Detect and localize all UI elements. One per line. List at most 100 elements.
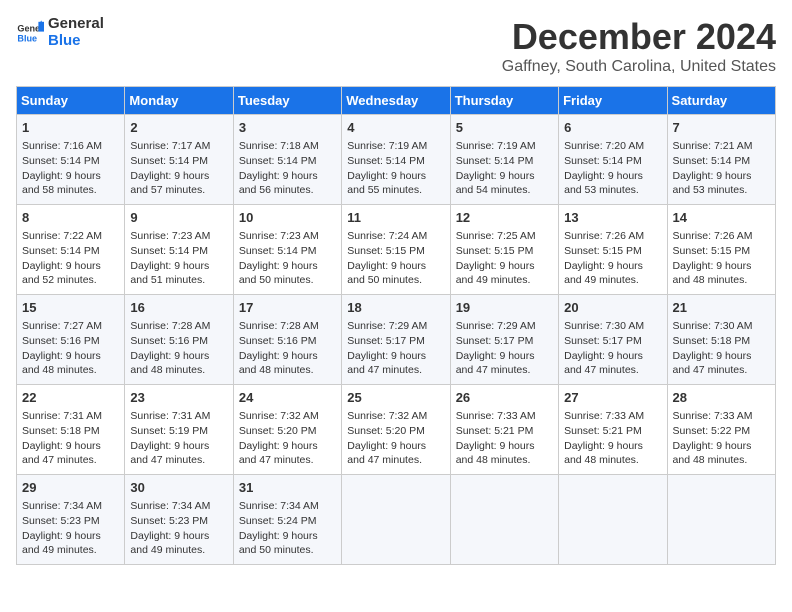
sunrise-text: Sunrise: 7:34 AM (239, 499, 336, 514)
calendar-table: SundayMondayTuesdayWednesdayThursdayFrid… (16, 86, 776, 565)
sunrise-text: Sunrise: 7:28 AM (130, 319, 227, 334)
sunrise-text: Sunrise: 7:21 AM (673, 139, 770, 154)
daylight-text: Daylight: 9 hours and 48 minutes. (673, 439, 770, 468)
calendar-cell: 23Sunrise: 7:31 AMSunset: 5:19 PMDayligh… (125, 385, 233, 475)
header-day-wednesday: Wednesday (342, 87, 450, 115)
daylight-text: Daylight: 9 hours and 47 minutes. (22, 439, 119, 468)
calendar-cell (667, 475, 775, 565)
daylight-text: Daylight: 9 hours and 53 minutes. (564, 169, 661, 198)
sunrise-text: Sunrise: 7:32 AM (347, 409, 444, 424)
calendar-cell: 10Sunrise: 7:23 AMSunset: 5:14 PMDayligh… (233, 205, 341, 295)
logo: General Blue General Blue (16, 16, 104, 49)
calendar-cell: 12Sunrise: 7:25 AMSunset: 5:15 PMDayligh… (450, 205, 558, 295)
calendar-cell (559, 475, 667, 565)
daylight-text: Daylight: 9 hours and 47 minutes. (347, 439, 444, 468)
calendar-cell: 15Sunrise: 7:27 AMSunset: 5:16 PMDayligh… (17, 295, 125, 385)
daylight-text: Daylight: 9 hours and 54 minutes. (456, 169, 553, 198)
logo-general: General (48, 16, 104, 33)
day-number: 11 (347, 209, 444, 227)
sunset-text: Sunset: 5:20 PM (239, 424, 336, 439)
header-day-friday: Friday (559, 87, 667, 115)
calendar-cell: 31Sunrise: 7:34 AMSunset: 5:24 PMDayligh… (233, 475, 341, 565)
day-number: 3 (239, 119, 336, 137)
sunrise-text: Sunrise: 7:26 AM (564, 229, 661, 244)
daylight-text: Daylight: 9 hours and 56 minutes. (239, 169, 336, 198)
day-number: 26 (456, 389, 553, 407)
header-day-saturday: Saturday (667, 87, 775, 115)
sunset-text: Sunset: 5:18 PM (673, 334, 770, 349)
calendar-cell: 16Sunrise: 7:28 AMSunset: 5:16 PMDayligh… (125, 295, 233, 385)
day-number: 13 (564, 209, 661, 227)
sunrise-text: Sunrise: 7:23 AM (239, 229, 336, 244)
calendar-cell: 29Sunrise: 7:34 AMSunset: 5:23 PMDayligh… (17, 475, 125, 565)
sunset-text: Sunset: 5:15 PM (347, 244, 444, 259)
sunset-text: Sunset: 5:17 PM (347, 334, 444, 349)
sunrise-text: Sunrise: 7:27 AM (22, 319, 119, 334)
day-number: 14 (673, 209, 770, 227)
sunset-text: Sunset: 5:14 PM (239, 244, 336, 259)
day-number: 1 (22, 119, 119, 137)
sunrise-text: Sunrise: 7:32 AM (239, 409, 336, 424)
week-row-2: 8Sunrise: 7:22 AMSunset: 5:14 PMDaylight… (17, 205, 776, 295)
sunset-text: Sunset: 5:15 PM (673, 244, 770, 259)
sunset-text: Sunset: 5:17 PM (456, 334, 553, 349)
day-number: 27 (564, 389, 661, 407)
logo-icon: General Blue (16, 19, 44, 47)
sunset-text: Sunset: 5:14 PM (22, 154, 119, 169)
sunrise-text: Sunrise: 7:18 AM (239, 139, 336, 154)
sunrise-text: Sunrise: 7:33 AM (456, 409, 553, 424)
sunset-text: Sunset: 5:14 PM (22, 244, 119, 259)
sunrise-text: Sunrise: 7:28 AM (239, 319, 336, 334)
day-number: 24 (239, 389, 336, 407)
sunset-text: Sunset: 5:14 PM (130, 244, 227, 259)
day-number: 25 (347, 389, 444, 407)
sunset-text: Sunset: 5:14 PM (564, 154, 661, 169)
sunset-text: Sunset: 5:16 PM (22, 334, 119, 349)
day-number: 18 (347, 299, 444, 317)
day-number: 12 (456, 209, 553, 227)
sunset-text: Sunset: 5:16 PM (130, 334, 227, 349)
sunrise-text: Sunrise: 7:29 AM (456, 319, 553, 334)
calendar-cell: 4Sunrise: 7:19 AMSunset: 5:14 PMDaylight… (342, 115, 450, 205)
sunrise-text: Sunrise: 7:26 AM (673, 229, 770, 244)
sunrise-text: Sunrise: 7:30 AM (564, 319, 661, 334)
calendar-cell (342, 475, 450, 565)
sunrise-text: Sunrise: 7:16 AM (22, 139, 119, 154)
week-row-3: 15Sunrise: 7:27 AMSunset: 5:16 PMDayligh… (17, 295, 776, 385)
sunset-text: Sunset: 5:23 PM (22, 514, 119, 529)
sunset-text: Sunset: 5:18 PM (22, 424, 119, 439)
sunrise-text: Sunrise: 7:17 AM (130, 139, 227, 154)
svg-text:Blue: Blue (17, 33, 37, 43)
calendar-cell: 3Sunrise: 7:18 AMSunset: 5:14 PMDaylight… (233, 115, 341, 205)
daylight-text: Daylight: 9 hours and 50 minutes. (239, 259, 336, 288)
daylight-text: Daylight: 9 hours and 57 minutes. (130, 169, 227, 198)
sunset-text: Sunset: 5:19 PM (130, 424, 227, 439)
daylight-text: Daylight: 9 hours and 48 minutes. (673, 259, 770, 288)
day-number: 9 (130, 209, 227, 227)
daylight-text: Daylight: 9 hours and 49 minutes. (130, 529, 227, 558)
sunset-text: Sunset: 5:23 PM (130, 514, 227, 529)
calendar-cell: 2Sunrise: 7:17 AMSunset: 5:14 PMDaylight… (125, 115, 233, 205)
day-number: 29 (22, 479, 119, 497)
title-area: December 2024 Gaffney, South Carolina, U… (502, 16, 776, 76)
daylight-text: Daylight: 9 hours and 49 minutes. (22, 529, 119, 558)
calendar-cell: 21Sunrise: 7:30 AMSunset: 5:18 PMDayligh… (667, 295, 775, 385)
calendar-title: December 2024 (502, 16, 776, 58)
day-number: 28 (673, 389, 770, 407)
day-number: 19 (456, 299, 553, 317)
day-number: 30 (130, 479, 227, 497)
calendar-cell: 13Sunrise: 7:26 AMSunset: 5:15 PMDayligh… (559, 205, 667, 295)
daylight-text: Daylight: 9 hours and 50 minutes. (347, 259, 444, 288)
header-day-tuesday: Tuesday (233, 87, 341, 115)
sunset-text: Sunset: 5:20 PM (347, 424, 444, 439)
sunset-text: Sunset: 5:21 PM (564, 424, 661, 439)
header-day-sunday: Sunday (17, 87, 125, 115)
daylight-text: Daylight: 9 hours and 47 minutes. (673, 349, 770, 378)
daylight-text: Daylight: 9 hours and 48 minutes. (22, 349, 119, 378)
calendar-cell: 25 Sunrise: 7:32 AMSunset: 5:20 PMDayligh… (342, 385, 450, 475)
calendar-subtitle: Gaffney, South Carolina, United States (502, 58, 776, 76)
day-number: 22 (22, 389, 119, 407)
sunset-text: Sunset: 5:14 PM (673, 154, 770, 169)
calendar-cell: 30Sunrise: 7:34 AMSunset: 5:23 PMDayligh… (125, 475, 233, 565)
day-number: 31 (239, 479, 336, 497)
